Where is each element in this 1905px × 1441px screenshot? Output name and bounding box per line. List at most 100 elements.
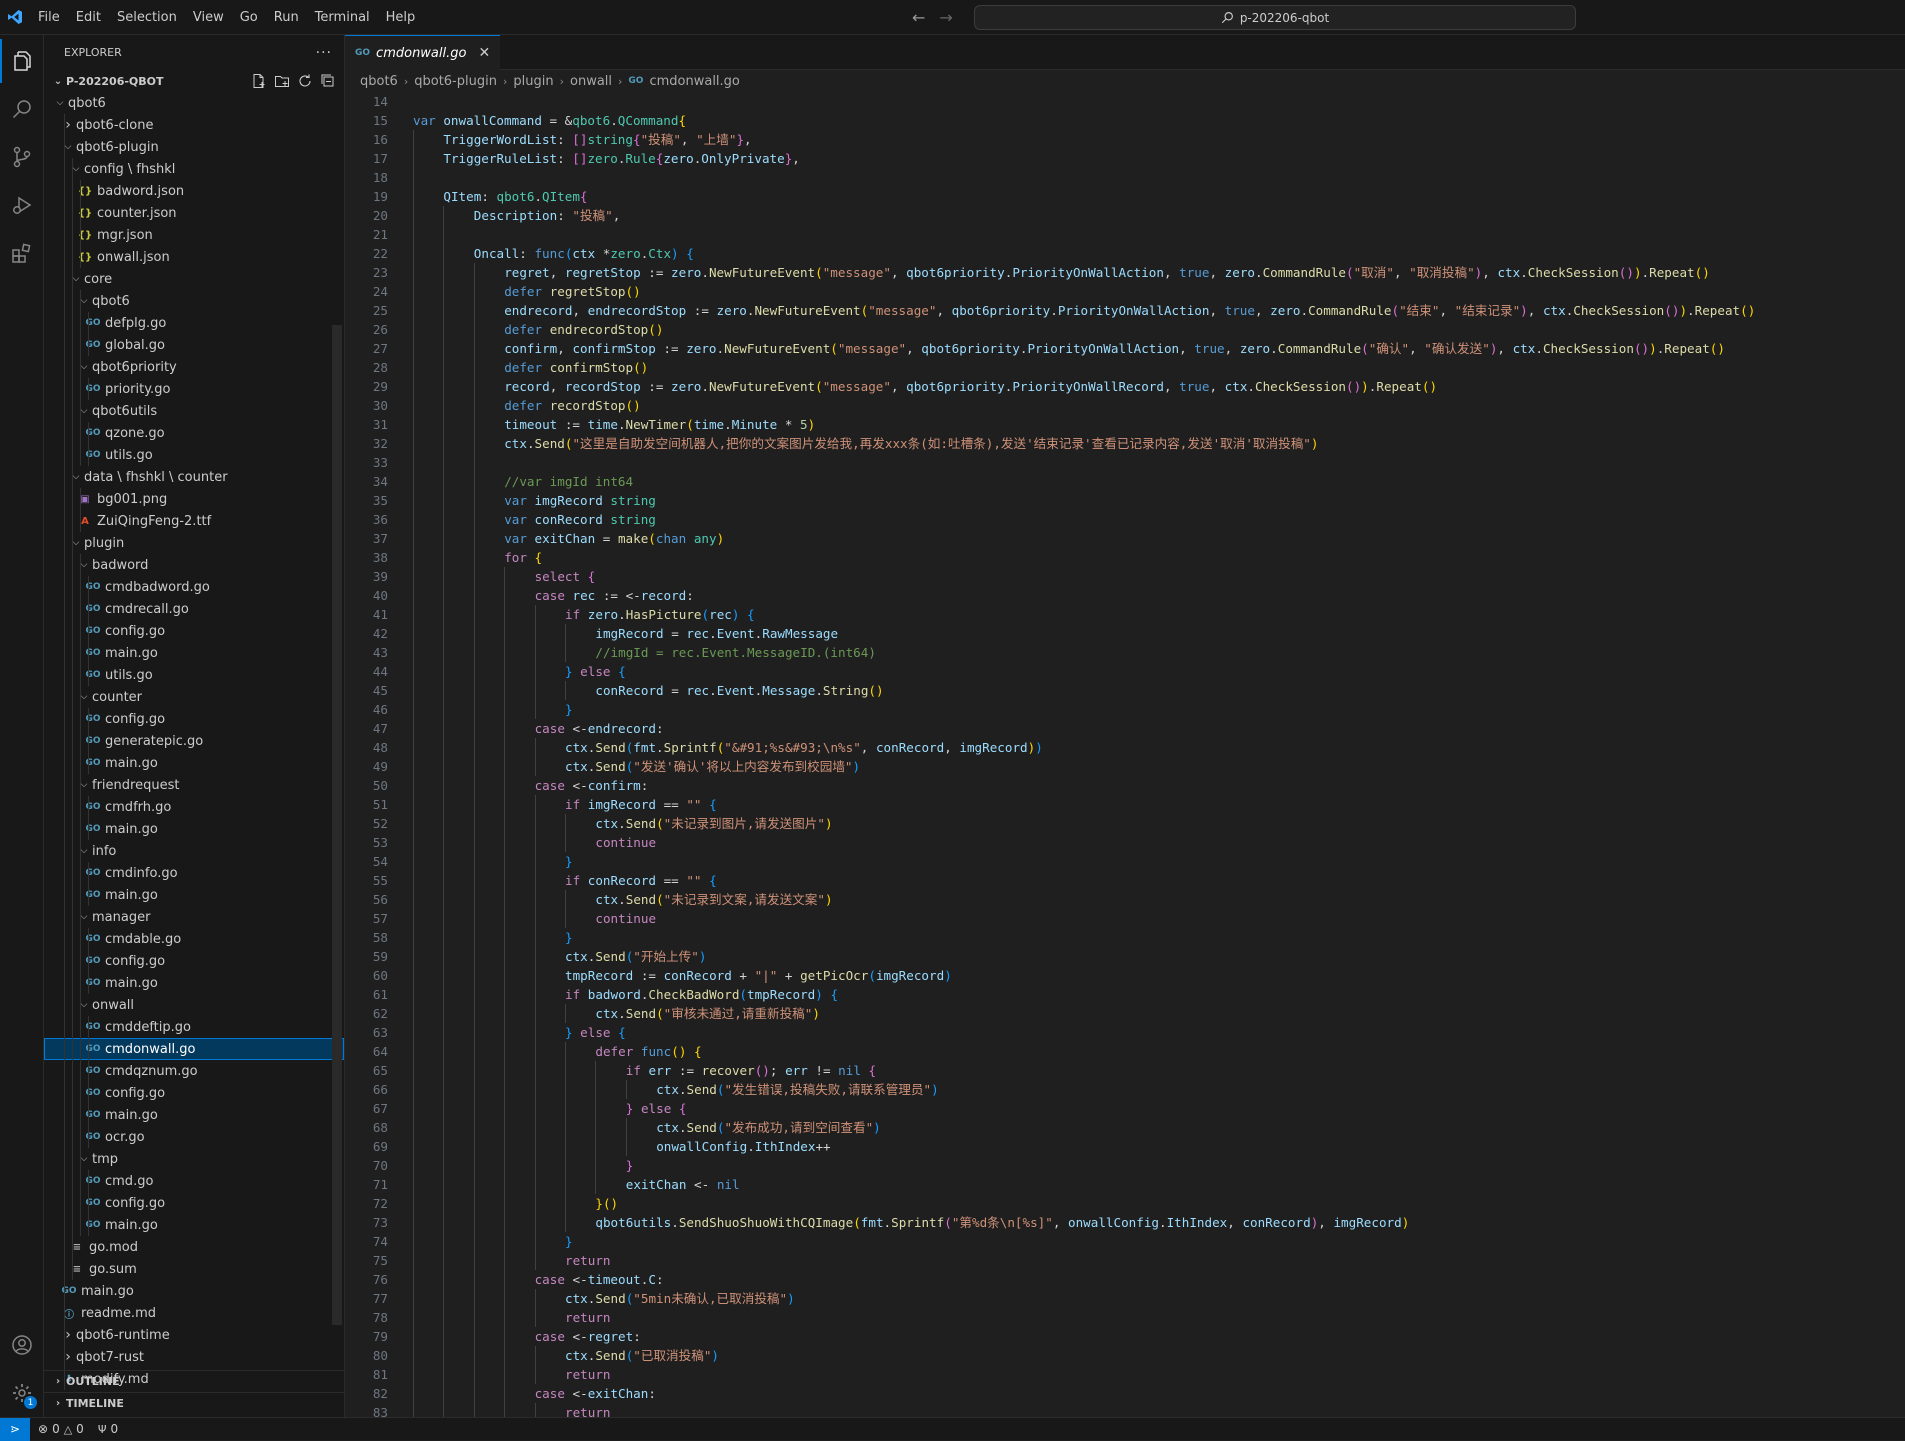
- search-icon[interactable]: [0, 87, 44, 131]
- remote-indicator-icon[interactable]: ⋗: [0, 1417, 30, 1441]
- tree-file[interactable]: GO main.go: [44, 642, 344, 664]
- breadcrumb-item[interactable]: qbot6: [360, 74, 398, 89]
- refresh-icon[interactable]: [297, 73, 313, 89]
- menu-item-file[interactable]: File: [30, 0, 68, 35]
- breadcrumb-item[interactable]: cmdonwall.go: [649, 74, 739, 89]
- tree-file[interactable]: {} mgr.json: [44, 224, 344, 246]
- tree-file[interactable]: GO cmdinfo.go: [44, 862, 344, 884]
- tree-file[interactable]: GO cmdonwall.go: [44, 1038, 344, 1060]
- go-file-icon: GO: [85, 648, 101, 658]
- more-actions-icon[interactable]: ···: [316, 45, 332, 61]
- tree-file[interactable]: GO cmdfrh.go: [44, 796, 344, 818]
- code-editor[interactable]: 14 15 var onwallCommand = &qbot6.QCommand{…: [345, 92, 1905, 1417]
- tree-folder[interactable]: ⌵ qbot6: [44, 92, 344, 114]
- tree-file[interactable]: GO main.go: [44, 884, 344, 906]
- tree-file[interactable]: GO main.go: [44, 1104, 344, 1126]
- tree-file[interactable]: ≡ go.mod: [44, 1236, 344, 1258]
- line-number: 83: [372, 1405, 388, 1417]
- tree-file[interactable]: A ZuiQingFeng-2.ttf: [44, 510, 344, 532]
- tree-file[interactable]: GO cmd.go: [44, 1170, 344, 1192]
- tree-folder[interactable]: ⌵ badword: [44, 554, 344, 576]
- tree-file[interactable]: {} counter.json: [44, 202, 344, 224]
- tree-folder[interactable]: ⌵ info: [44, 840, 344, 862]
- tree-file[interactable]: GO main.go: [44, 1280, 344, 1302]
- tree-file[interactable]: GO main.go: [44, 752, 344, 774]
- tree-folder[interactable]: ⌵ qbot6: [44, 290, 344, 312]
- explorer-icon[interactable]: [0, 39, 44, 83]
- tree-folder[interactable]: ⌵ friendrequest: [44, 774, 344, 796]
- tree-folder[interactable]: ⌵ qbot6-plugin: [44, 136, 344, 158]
- tree-file[interactable]: GO main.go: [44, 1214, 344, 1236]
- back-arrow-icon[interactable]: ←: [912, 8, 925, 27]
- tree-folder[interactable]: ⌵ onwall: [44, 994, 344, 1016]
- tree-file[interactable]: GO config.go: [44, 708, 344, 730]
- tree-file[interactable]: GO global.go: [44, 334, 344, 356]
- settings-gear-icon[interactable]: 1: [0, 1371, 44, 1415]
- problems-indicator[interactable]: ⊗ 0 △ 0: [38, 1422, 84, 1436]
- timeline-section-header[interactable]: › TIMELINE: [44, 1392, 344, 1414]
- outline-section-header[interactable]: › OUTLINE: [44, 1370, 344, 1392]
- breadcrumb-item[interactable]: plugin: [513, 74, 553, 89]
- indent-guide: [473, 1042, 475, 1061]
- tab-cmdonwall[interactable]: GO cmdonwall.go ✕: [345, 35, 501, 70]
- tree-file[interactable]: ▣ bg001.png: [44, 488, 344, 510]
- tree-file[interactable]: GO cmdqznum.go: [44, 1060, 344, 1082]
- tree-file[interactable]: {} onwall.json: [44, 246, 344, 268]
- run-debug-icon[interactable]: [0, 183, 44, 227]
- collapse-all-icon[interactable]: [320, 73, 336, 89]
- tree-folder[interactable]: ⌵ plugin: [44, 532, 344, 554]
- tree-file[interactable]: GO cmddeftip.go: [44, 1016, 344, 1038]
- new-file-icon[interactable]: [251, 73, 267, 89]
- tree-folder[interactable]: ⌵ data \ fhshkl \ counter: [44, 466, 344, 488]
- tree-file[interactable]: GO cmdrecall.go: [44, 598, 344, 620]
- tree-file[interactable]: GO priority.go: [44, 378, 344, 400]
- tree-folder[interactable]: ⌵ qbot6priority: [44, 356, 344, 378]
- tree-folder[interactable]: › qbot6-runtime: [44, 1324, 344, 1346]
- command-center-search[interactable]: p-202206-qbot: [974, 5, 1576, 30]
- tree-file[interactable]: ⓘ readme.md: [44, 1302, 344, 1324]
- tree-folder[interactable]: › qbot7-rust: [44, 1346, 344, 1368]
- tree-file[interactable]: GO config.go: [44, 1192, 344, 1214]
- tree-file[interactable]: GO cmdable.go: [44, 928, 344, 950]
- tree-scrollbar[interactable]: [332, 325, 342, 1325]
- indent-guide: [504, 928, 506, 947]
- tree-folder[interactable]: ⌵ qbot6utils: [44, 400, 344, 422]
- tree-folder[interactable]: ⌵ tmp: [44, 1148, 344, 1170]
- tree-file[interactable]: {} badword.json: [44, 180, 344, 202]
- tree-file[interactable]: GO defplg.go: [44, 312, 344, 334]
- menu-item-run[interactable]: Run: [266, 0, 307, 35]
- menu-item-view[interactable]: View: [185, 0, 232, 35]
- tree-file[interactable]: GO utils.go: [44, 664, 344, 686]
- tree-file[interactable]: GO config.go: [44, 1082, 344, 1104]
- tree-file[interactable]: GO config.go: [44, 950, 344, 972]
- tree-file[interactable]: GO main.go: [44, 972, 344, 994]
- account-icon[interactable]: [0, 1323, 44, 1367]
- tree-folder[interactable]: ⌵ manager: [44, 906, 344, 928]
- menu-item-edit[interactable]: Edit: [68, 0, 109, 35]
- workspace-header[interactable]: ⌄ P-202206-QBOT: [44, 70, 344, 92]
- close-icon[interactable]: ✕: [478, 45, 490, 61]
- tree-folder[interactable]: ⌵ core: [44, 268, 344, 290]
- tree-file[interactable]: GO config.go: [44, 620, 344, 642]
- forward-arrow-icon[interactable]: →: [939, 8, 952, 27]
- tree-file[interactable]: GO qzone.go: [44, 422, 344, 444]
- tree-folder[interactable]: › qbot6-clone: [44, 114, 344, 136]
- tree-file[interactable]: GO utils.go: [44, 444, 344, 466]
- tree-folder[interactable]: ⌵ config \ fhshkl: [44, 158, 344, 180]
- tree-file[interactable]: GO cmdbadword.go: [44, 576, 344, 598]
- tree-folder[interactable]: ⌵ counter: [44, 686, 344, 708]
- source-control-icon[interactable]: [0, 135, 44, 179]
- menu-item-terminal[interactable]: Terminal: [307, 0, 378, 35]
- tree-file[interactable]: ≡ go.sum: [44, 1258, 344, 1280]
- menu-item-help[interactable]: Help: [378, 0, 424, 35]
- new-folder-icon[interactable]: [274, 73, 290, 89]
- menu-item-go[interactable]: Go: [232, 0, 266, 35]
- breadcrumb-item[interactable]: qbot6-plugin: [414, 74, 497, 89]
- extensions-icon[interactable]: [0, 231, 44, 275]
- ports-indicator[interactable]: Ψ 0: [98, 1422, 118, 1436]
- breadcrumb-item[interactable]: onwall: [570, 74, 612, 89]
- tree-file[interactable]: GO generatepic.go: [44, 730, 344, 752]
- menu-item-selection[interactable]: Selection: [109, 0, 185, 35]
- tree-file[interactable]: GO main.go: [44, 818, 344, 840]
- tree-file[interactable]: GO ocr.go: [44, 1126, 344, 1148]
